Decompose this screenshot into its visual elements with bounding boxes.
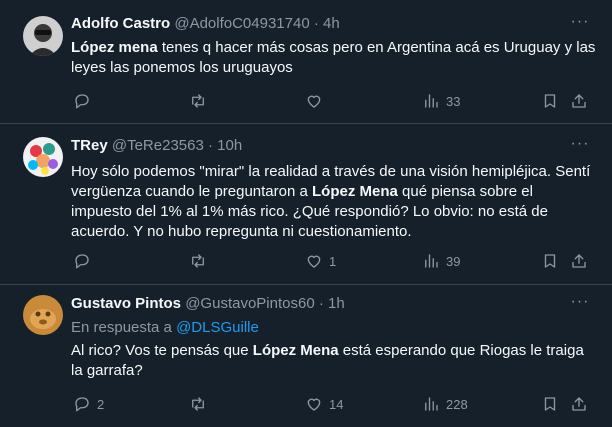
tweet-header: Gustavo Pintos @GustavoPintos60 · 1h (71, 294, 345, 314)
more-options-icon[interactable]: ··· (570, 14, 590, 36)
display-name[interactable]: TRey (71, 137, 108, 154)
heart-icon (307, 255, 321, 268)
display-name[interactable]: Gustavo Pintos (71, 295, 181, 312)
tweet[interactable]: Gustavo Pintos @GustavoPintos60 · 1h ···… (0, 285, 612, 427)
views-icon (425, 94, 438, 108)
more-options-icon[interactable]: ··· (570, 136, 590, 158)
mention-bold: López Mena (312, 183, 398, 200)
timestamp[interactable]: 10h (217, 137, 242, 154)
bookmark-icon (544, 254, 556, 268)
separator-dot: · (318, 295, 324, 312)
reply-to-label: En respuesta a (71, 319, 172, 336)
tweet-actions: 33 (71, 91, 596, 111)
view-count: 33 (446, 93, 461, 109)
tweet-actions: 1 39 (71, 251, 596, 271)
reply-button[interactable] (73, 91, 97, 111)
reply-icon (75, 254, 89, 269)
share-icon (572, 94, 586, 108)
bookmark-button[interactable] (541, 394, 559, 414)
user-handle[interactable]: @AdolfoC04931740 (174, 15, 309, 32)
display-name[interactable]: Adolfo Castro (71, 15, 170, 32)
tweet-actions: 2 14 228 (71, 394, 596, 414)
mention-bold: López Mena (252, 342, 339, 359)
tweet-text: Hoy sólo podemos "mirar" la realidad a t… (71, 162, 596, 242)
bookmark-icon (544, 94, 556, 108)
separator-dot: · (313, 15, 319, 32)
view-count: 39 (446, 253, 461, 269)
separator-dot: · (208, 137, 213, 154)
retweet-button[interactable] (189, 394, 213, 414)
retweet-icon (192, 94, 204, 108)
share-icon (572, 397, 586, 411)
reply-count: 2 (97, 396, 105, 412)
reply-context: En respuesta a @DLSGuille (71, 318, 259, 338)
views-icon (425, 397, 438, 411)
view-count: 228 (446, 396, 468, 412)
heart-icon (307, 398, 321, 411)
more-options-icon[interactable]: ··· (570, 294, 590, 316)
retweet-button[interactable] (189, 91, 213, 111)
views-button[interactable]: 39 (422, 251, 460, 271)
timestamp[interactable]: 4h (323, 15, 340, 32)
share-button[interactable] (570, 394, 588, 414)
tweet-header: Adolfo Castro @AdolfoC04931740 · 4h (71, 14, 340, 34)
reply-feed: Adolfo Castro @AdolfoC04931740 · 4h ··· … (0, 0, 612, 427)
tweet[interactable]: TRey @TeRe23563 · 10h ··· Hoy sólo podem… (0, 124, 612, 285)
user-handle[interactable]: @GustavoPintos60 (185, 295, 314, 312)
timestamp[interactable]: 1h (328, 295, 345, 312)
heart-icon (307, 95, 321, 108)
retweet-button[interactable] (189, 251, 213, 271)
views-button[interactable]: 228 (422, 394, 468, 414)
share-button[interactable] (570, 91, 588, 111)
user-handle[interactable]: @TeRe23563 (112, 137, 204, 154)
avatar[interactable] (23, 295, 63, 335)
like-count: 1 (329, 253, 337, 269)
avatar[interactable] (23, 137, 63, 177)
text-pre: Al rico? Vos te pensás que (71, 342, 253, 359)
tweet-text: López mena tenes q hacer más cosas pero … (71, 38, 596, 78)
reply-button[interactable]: 2 (73, 394, 104, 414)
mention-bold: López mena (71, 39, 158, 56)
like-count: 14 (329, 396, 344, 412)
like-button[interactable]: 1 (305, 251, 336, 271)
retweet-icon (192, 397, 204, 411)
tweet-header: TRey @TeRe23563 · 10h (71, 136, 242, 156)
reply-to-mention[interactable]: @DLSGuille (176, 319, 259, 336)
retweet-icon (192, 254, 204, 268)
bookmark-icon (544, 397, 556, 411)
reply-icon (75, 397, 89, 412)
views-icon (425, 254, 438, 268)
tweet-text: Al rico? Vos te pensás que López Mena es… (71, 341, 596, 381)
bookmark-button[interactable] (541, 91, 559, 111)
like-button[interactable]: 14 (305, 394, 343, 414)
bookmark-button[interactable] (541, 251, 559, 271)
views-button[interactable]: 33 (422, 91, 460, 111)
tweet[interactable]: Adolfo Castro @AdolfoC04931740 · 4h ··· … (0, 0, 612, 124)
like-button[interactable] (305, 91, 329, 111)
avatar[interactable] (23, 16, 63, 56)
reply-button[interactable] (73, 251, 97, 271)
share-button[interactable] (570, 251, 588, 271)
share-icon (572, 254, 586, 268)
reply-icon (75, 94, 89, 109)
